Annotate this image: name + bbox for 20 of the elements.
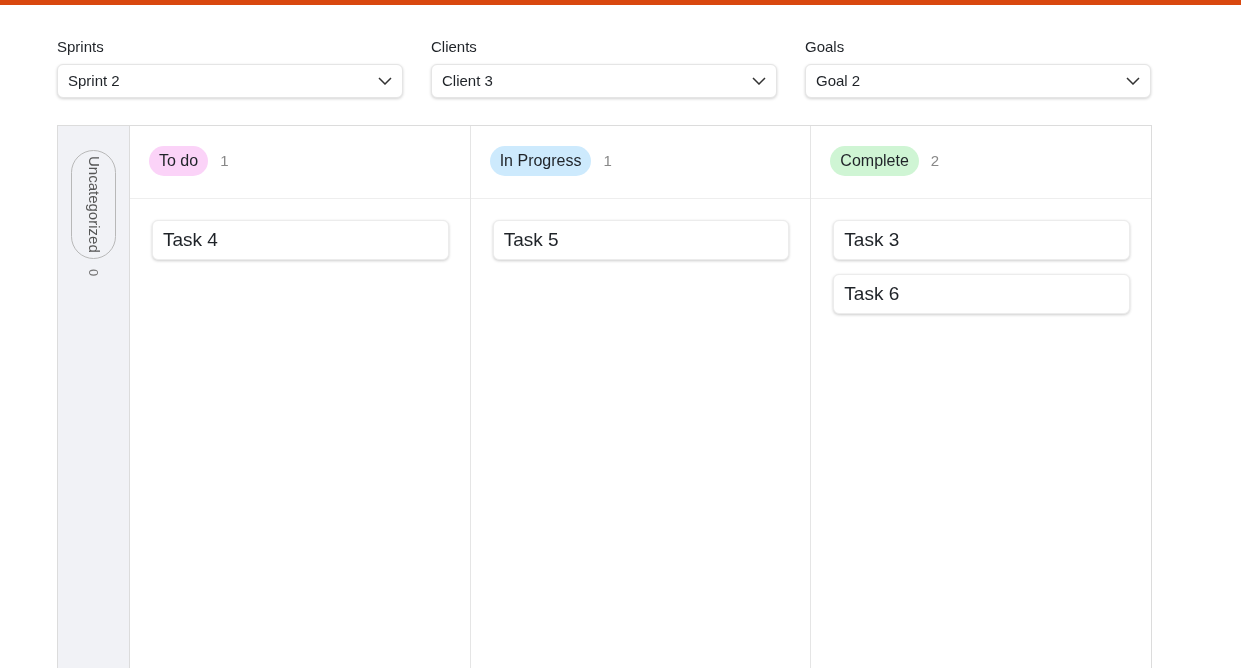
uncategorized-count: 0 [85, 268, 103, 276]
task-card[interactable]: Task 6 [833, 274, 1130, 314]
filter-label: Sprints [57, 38, 105, 56]
status-badge: In Progress [489, 146, 592, 176]
filter-label: Clients [431, 38, 478, 56]
column-count: 1 [220, 150, 229, 171]
filter-label: Goals [805, 38, 846, 56]
status-badge: To do [149, 146, 209, 176]
filter-dropdown[interactable]: Goal 2 [805, 64, 1151, 98]
task-card[interactable]: Task 3 [833, 220, 1130, 260]
chevron-down-icon [1126, 77, 1140, 85]
chevron-down-icon [378, 77, 392, 85]
task-card[interactable]: Task 5 [492, 220, 790, 260]
filter-dropdown[interactable]: Sprint 2 [57, 64, 403, 98]
column-count: 1 [603, 150, 612, 171]
task-card[interactable]: Task 4 [152, 220, 449, 260]
status-badge: Complete [830, 146, 919, 176]
column-count: 2 [930, 150, 940, 171]
chevron-down-icon [752, 77, 766, 85]
filter-dropdown[interactable]: Client 3 [431, 64, 777, 98]
